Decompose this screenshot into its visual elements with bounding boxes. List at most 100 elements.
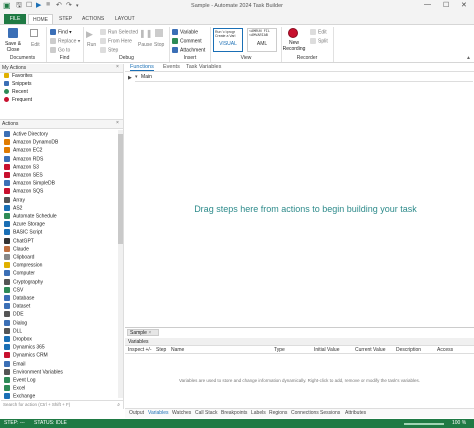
minimize-icon[interactable]: — [424, 1, 431, 8]
scrollbar-thumb[interactable] [118, 134, 123, 244]
action-item[interactable]: Cryptography [4, 278, 43, 285]
panel-pin-icon[interactable]: × [116, 64, 119, 70]
nav-recent[interactable]: Recent [4, 89, 28, 95]
nav-favorites[interactable]: Favorites [4, 73, 33, 79]
tab-step[interactable]: STEP [55, 14, 76, 24]
step-button[interactable]: Step [100, 47, 118, 53]
goto-button[interactable]: Go to [50, 47, 70, 53]
from-here-button[interactable]: From Here [100, 38, 132, 44]
tab-functions[interactable]: Functions [130, 64, 154, 71]
new-recording-button[interactable] [288, 28, 300, 40]
recorder-split-button[interactable]: Split [310, 38, 328, 44]
insert-attachment-button[interactable]: Attachment [172, 47, 205, 53]
action-item[interactable]: Compression [4, 262, 42, 269]
run-selected-button[interactable]: Run Selected [100, 29, 138, 35]
visual-view-button[interactable]: Run 'c:\progr Create a Vari VISUAL [213, 28, 243, 52]
action-item[interactable]: Computer [4, 270, 35, 277]
replace-button[interactable]: Replace ▾ [50, 38, 80, 44]
action-item[interactable]: Exchange [4, 393, 35, 400]
recorder-edit-button[interactable]: Edit [310, 29, 327, 35]
col-name[interactable]: Name [171, 347, 184, 353]
insert-comment-button[interactable]: Comment [172, 38, 202, 44]
col-inspect[interactable]: Inspect +/- [128, 347, 151, 353]
tab-layout[interactable]: LAYOUT [111, 14, 139, 24]
action-item[interactable]: Dataset [4, 303, 30, 310]
action-item[interactable]: Claude [4, 245, 29, 252]
action-item[interactable]: Dropbox [4, 336, 32, 342]
visual-preview-text: Run 'c:\progr Create a Vari [215, 30, 236, 38]
action-item[interactable]: Dynamics 365 [4, 344, 45, 351]
action-item[interactable]: Amazon SQS [4, 188, 43, 195]
find-button[interactable]: Find ▾ [50, 29, 72, 35]
action-item[interactable]: Array [4, 196, 25, 203]
action-item[interactable]: Automate Schedule [4, 213, 57, 219]
action-item[interactable]: Amazon EC2 [4, 147, 42, 154]
action-item[interactable]: ChatGPT [4, 237, 34, 244]
edit-document-button[interactable] [30, 29, 40, 38]
tab-task-variables[interactable]: Task Variables [186, 64, 221, 70]
action-item[interactable]: Email [4, 360, 26, 367]
action-item[interactable]: Environment Variables [4, 368, 63, 375]
action-item[interactable]: Database [4, 295, 34, 301]
run-button[interactable]: ▶ [86, 29, 98, 39]
action-item[interactable]: Active Directory [4, 131, 48, 137]
action-item[interactable]: Azure Storage [4, 221, 45, 228]
function-expand-icon[interactable]: ▾ [135, 74, 138, 80]
aml-view-button[interactable]: <AMRUN FIL <AMVARIAB AML [247, 28, 277, 52]
tab-attributes[interactable]: Attributes [345, 410, 366, 416]
action-item[interactable]: Amazon RDS [4, 155, 43, 162]
actions-panel-pin-icon[interactable]: × [116, 120, 119, 126]
tab-breakpoints[interactable]: Breakpoints [221, 410, 247, 416]
tab-actions[interactable]: ACTIONS [78, 14, 108, 24]
tab-close-icon[interactable]: × [148, 330, 151, 336]
action-search-box[interactable]: Search for action (Ctrl + Shift + F) ⌕ [1, 400, 123, 409]
search-icon[interactable]: ⌕ [117, 402, 120, 408]
nav-snippets[interactable]: Snippets [4, 81, 31, 87]
col-current-value[interactable]: Current Value [355, 347, 385, 353]
actions-scrollbar[interactable] [118, 130, 123, 398]
col-access[interactable]: Access [437, 347, 453, 353]
action-item[interactable]: BASIC Script [4, 229, 42, 236]
bottom-doc-tab[interactable]: Sample × [127, 329, 159, 336]
action-item[interactable]: Amazon SimpleDB [4, 180, 55, 187]
zoom-slider[interactable] [404, 423, 444, 425]
col-description[interactable]: Description [396, 347, 421, 353]
action-item[interactable]: Clipboard [4, 254, 34, 260]
action-item[interactable]: Amazon S3 [4, 163, 39, 170]
insert-variable-button[interactable]: Variable [172, 29, 198, 35]
tab-connections[interactable]: Connections [291, 410, 319, 416]
col-step[interactable]: Step [156, 347, 166, 353]
tab-file[interactable]: FILE [4, 14, 26, 24]
action-item[interactable]: Amazon DynamoDB [4, 139, 58, 146]
col-type[interactable]: Type [274, 347, 285, 353]
action-icon [4, 336, 10, 342]
action-item[interactable]: DLL [4, 327, 22, 334]
window-title: Sample - Automate 2024 Task Builder [191, 3, 283, 9]
action-item[interactable]: DDE [4, 311, 24, 318]
col-initial-value[interactable]: Initial Value [314, 347, 339, 353]
close-icon[interactable]: ✕ [461, 1, 467, 9]
tab-regions[interactable]: Regions [269, 410, 287, 416]
maximize-icon[interactable]: ☐ [443, 1, 449, 9]
tab-watches[interactable]: Watches [172, 410, 191, 416]
tab-labels[interactable]: Labels [251, 410, 266, 416]
stop-button[interactable] [155, 29, 165, 39]
save-close-button[interactable] [5, 28, 21, 41]
tab-home[interactable]: HOME [28, 14, 53, 24]
tab-variables[interactable]: Variables [148, 410, 168, 416]
action-item[interactable]: Event Log [4, 377, 36, 383]
tab-call-stack[interactable]: Call Stack [195, 410, 218, 416]
function-selector[interactable]: Main [141, 74, 152, 80]
action-item[interactable]: CSV [4, 286, 23, 293]
nav-frequent[interactable]: Frequent [4, 97, 32, 103]
tab-output[interactable]: Output [129, 410, 144, 416]
action-item[interactable]: Amazon SES [4, 172, 43, 178]
action-item[interactable]: Dynamics CRM [4, 352, 48, 359]
collapse-ribbon-icon[interactable]: ▲ [466, 55, 471, 61]
tab-events[interactable]: Events [163, 64, 180, 70]
tab-sessions[interactable]: Sessions [320, 410, 340, 416]
action-item[interactable]: Excel [4, 385, 25, 392]
action-item[interactable]: Dialog [4, 319, 27, 326]
pause-button[interactable]: ❚❚ [139, 29, 152, 39]
action-item[interactable]: AS2 [4, 204, 22, 211]
